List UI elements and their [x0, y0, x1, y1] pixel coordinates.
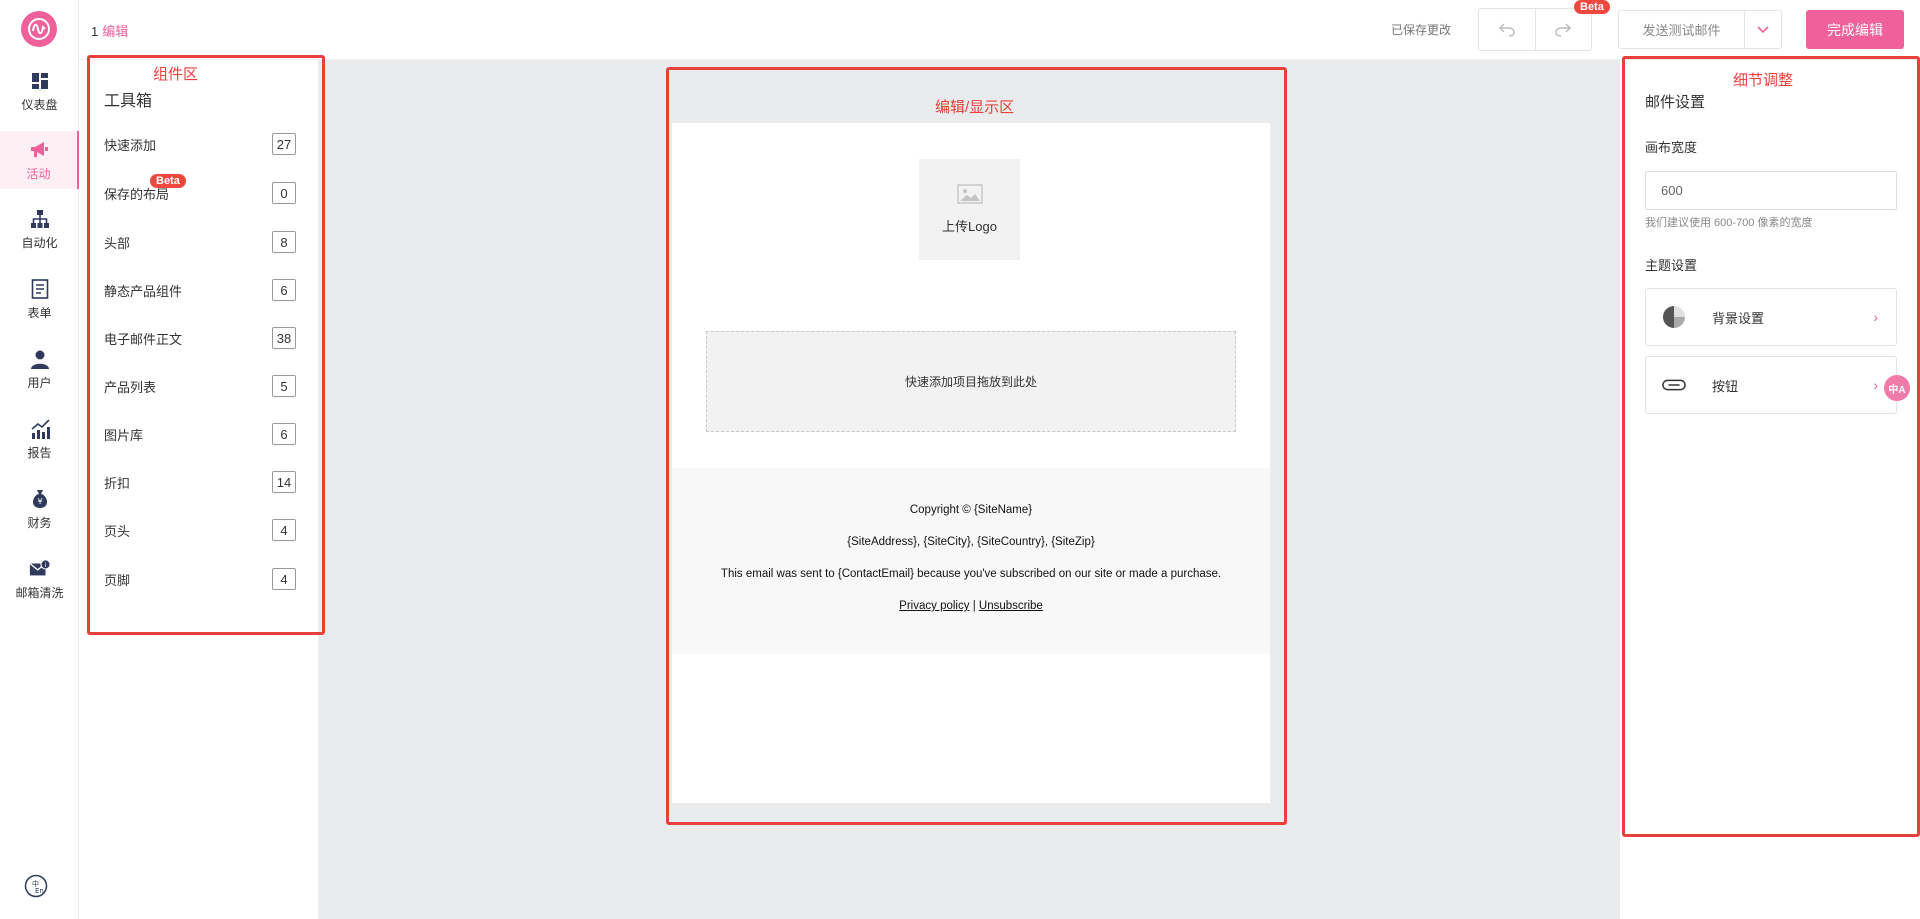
- top-header: 1 编辑 已保存更改 Beta 发送测试邮件 完成编辑: [79, 0, 1920, 60]
- breadcrumb: 1 编辑: [91, 21, 128, 40]
- send-test-email-button[interactable]: 发送测试邮件: [1618, 10, 1744, 49]
- details-area-label: 细节调整: [1733, 72, 1794, 89]
- undo-icon: [1498, 23, 1515, 37]
- language-switch-icon[interactable]: 中 En: [24, 874, 48, 898]
- dashboard-icon: [29, 70, 51, 92]
- money-bag-icon: ¥: [29, 488, 51, 510]
- form-icon: [29, 278, 51, 300]
- left-nav: 仪表盘 活动 自动化 表单 用户 报告 ¥ 财务 i 邮箱清洗 中 En: [0, 0, 79, 919]
- nav-label: 用户: [27, 375, 52, 390]
- sitemap-icon: [29, 208, 51, 230]
- nav-item-mail-clean[interactable]: i 邮箱清洗: [0, 550, 79, 608]
- undo-button[interactable]: [1479, 9, 1535, 50]
- nav-item-automation[interactable]: 自动化: [0, 200, 79, 258]
- nav-item-finance[interactable]: ¥ 财务: [0, 480, 79, 538]
- nav-item-campaigns[interactable]: 活动: [0, 131, 79, 189]
- nav-label: 报告: [27, 445, 52, 460]
- megaphone-icon: [28, 139, 50, 161]
- app-logo-icon[interactable]: [21, 11, 57, 47]
- nav-item-dashboard[interactable]: 仪表盘: [0, 62, 79, 120]
- send-test-dropdown-button[interactable]: [1744, 10, 1782, 49]
- svg-text:¥: ¥: [37, 497, 42, 506]
- chevron-down-icon: [1757, 25, 1769, 33]
- user-icon: [29, 348, 51, 370]
- save-status: 已保存更改: [1391, 23, 1452, 37]
- nav-label: 自动化: [21, 235, 58, 250]
- nav-label: 表单: [27, 305, 52, 320]
- svg-text:En: En: [35, 887, 44, 895]
- nav-label: 仪表盘: [21, 97, 58, 112]
- nav-item-forms[interactable]: 表单: [0, 270, 79, 328]
- editor-area-annotation: [666, 67, 1287, 825]
- components-area-annotation: [87, 55, 325, 635]
- nav-label: 活动: [26, 166, 51, 181]
- nav-item-reports[interactable]: 报告: [0, 410, 79, 468]
- step-edit-link[interactable]: 编辑: [102, 24, 128, 39]
- finish-editing-button[interactable]: 完成编辑: [1806, 10, 1904, 49]
- history-controls: [1478, 8, 1592, 51]
- nav-label: 财务: [27, 515, 52, 530]
- step-number: 1: [91, 24, 99, 39]
- redo-button[interactable]: [1534, 9, 1592, 50]
- components-area-label: 组件区: [153, 66, 199, 83]
- nav-label: 邮箱清洗: [15, 585, 64, 600]
- chart-icon: [29, 418, 51, 440]
- nav-item-users[interactable]: 用户: [0, 340, 79, 398]
- svg-text:i: i: [44, 561, 46, 569]
- redo-icon: [1555, 23, 1572, 37]
- beta-badge: Beta: [1574, 0, 1610, 14]
- details-area-annotation: [1622, 56, 1920, 837]
- mail-clean-icon: i: [29, 558, 51, 580]
- editor-area-label: 编辑/显示区: [935, 99, 1015, 116]
